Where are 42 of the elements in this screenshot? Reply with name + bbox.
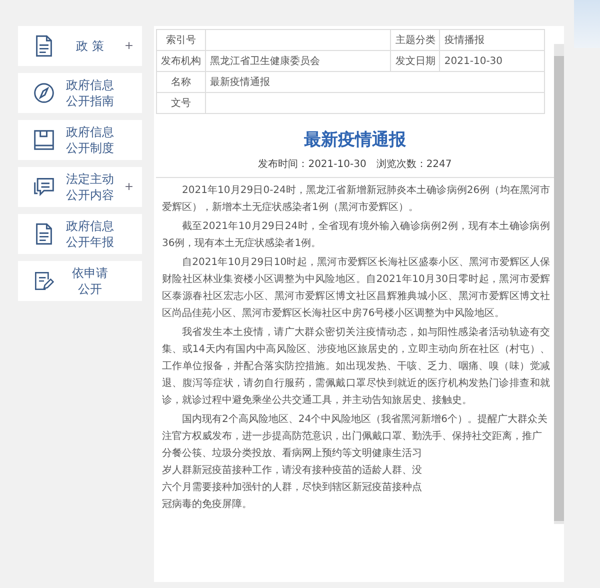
sidebar-item[interactable]: 政府信息 公开指南 xyxy=(18,73,142,113)
field-label: 名称 xyxy=(156,72,206,92)
background-panel xyxy=(574,0,600,48)
text-line: 注官方权威发布，进一步提高防范意识，出门佩戴口罩、勤洗手、保持社交距离，推广 xyxy=(162,430,542,444)
sidebar-label: 政府信息 公开制度 xyxy=(65,124,115,156)
paragraph: 截至2021年10月29日24时，全省现有境外输入确诊病例2例，现有本土确诊病例36例，现有本土无症状感染者1例。 xyxy=(162,220,550,251)
sidebar-label: 依申请 公开 xyxy=(71,265,109,297)
text-line: 冠病毒的免疫屏障。 xyxy=(162,498,252,512)
expand-icon[interactable]: + xyxy=(124,38,134,54)
field-value: 最新疫情通报 xyxy=(206,72,544,92)
box-icon xyxy=(33,129,55,151)
edit-document-icon xyxy=(34,270,54,292)
sidebar-item[interactable]: 政 策 + xyxy=(18,26,142,66)
document-icon xyxy=(35,223,53,245)
text-line: 国内现有2个高风险地区、24个中风险地区（我省黑河新增6个）。提醒广大群众关 xyxy=(181,412,548,427)
field-label: 文号 xyxy=(156,92,206,114)
sidebar-item[interactable]: 依申请 公开 xyxy=(18,261,142,301)
document-icon xyxy=(35,35,53,57)
paragraph: 我省发生本土疫情，请广大群众密切关注疫情动态，如与阳性感染者活动轨迹有交集、或14天内有国内中高风险区、涉疫地区旅居史的，立即主动向所在社区（村屯）、工作单位报备，并配合落实防控措施。如出现发热、干咳、乏力、咽痛、嗅（味）觉减退、腹泻等症状，请勿自行服药，需佩戴口罩尽快到就近的医疗机构发热门诊排查和就诊，就诊过程中避免乘坐公共交通工具，并主动告知旅居史、接触史。 xyxy=(162,326,550,408)
field-label: 主题分类 xyxy=(390,30,440,50)
compass-icon xyxy=(33,82,55,104)
field-value: 2021-10-30 xyxy=(440,50,544,72)
sidebar-item[interactable]: 政府信息 公开年报 xyxy=(18,214,142,254)
sidebar-label: 政 策 xyxy=(75,38,105,54)
text-line: 分餐公筷、垃圾分类投放、看病网上预约等文明健康生活习 xyxy=(162,446,422,461)
sidebar-item[interactable]: 政府信息 公开制度 xyxy=(18,120,142,160)
sidebar-label: 政府信息 公开年报 xyxy=(65,218,115,250)
field-value: 黑龙江省卫生健康委员会 xyxy=(206,50,391,72)
expand-icon[interactable]: + xyxy=(124,179,134,195)
paragraph: 自2021年10月29日10时起，黑河市爱辉区长海社区盛泰小区、黑河市爱辉区人保财险社区林业集资楼小区调整为中风险地区。自2021年10月30日零时起，黑河市爱辉区泰源春社区宏志小区、黑河市爱辉区博文社区昌辉雅典城小区、黑河市爱辉区博文社区尚品佳苑小区、黑河市爱辉区长海社区中房76号楼小区调整为中风险地区。 xyxy=(162,256,550,321)
sidebar-label: 法定主动 公开内容 xyxy=(65,171,115,203)
field-label: 发布机构 xyxy=(156,50,206,72)
field-label: 索引号 xyxy=(156,30,206,50)
chat-icon xyxy=(33,176,55,198)
field-label: 发文日期 xyxy=(390,50,440,72)
text-line: 岁人群新冠疫苗接种工作，请没有接种疫苗的适龄人群、没 xyxy=(162,464,422,478)
paragraph: 2021年10月29日0-24时，黑龙江省新增新冠肺炎本土确诊病例26例（均在黑河市爱辉区），新增本土无症状感染者1例（黑河市爱辉区）。 xyxy=(162,184,550,215)
field-value: 疫情播报 xyxy=(440,30,544,50)
text-line: 六个月需要接种加强针的人群，尽快到辖区新冠疫苗接种点 xyxy=(162,480,422,495)
sidebar-label: 政府信息 公开指南 xyxy=(65,77,115,109)
publish-info: 发布时间：2021-10-30 浏览次数：2247 xyxy=(156,157,554,178)
article-title: 最新疫情通报 xyxy=(303,129,407,151)
